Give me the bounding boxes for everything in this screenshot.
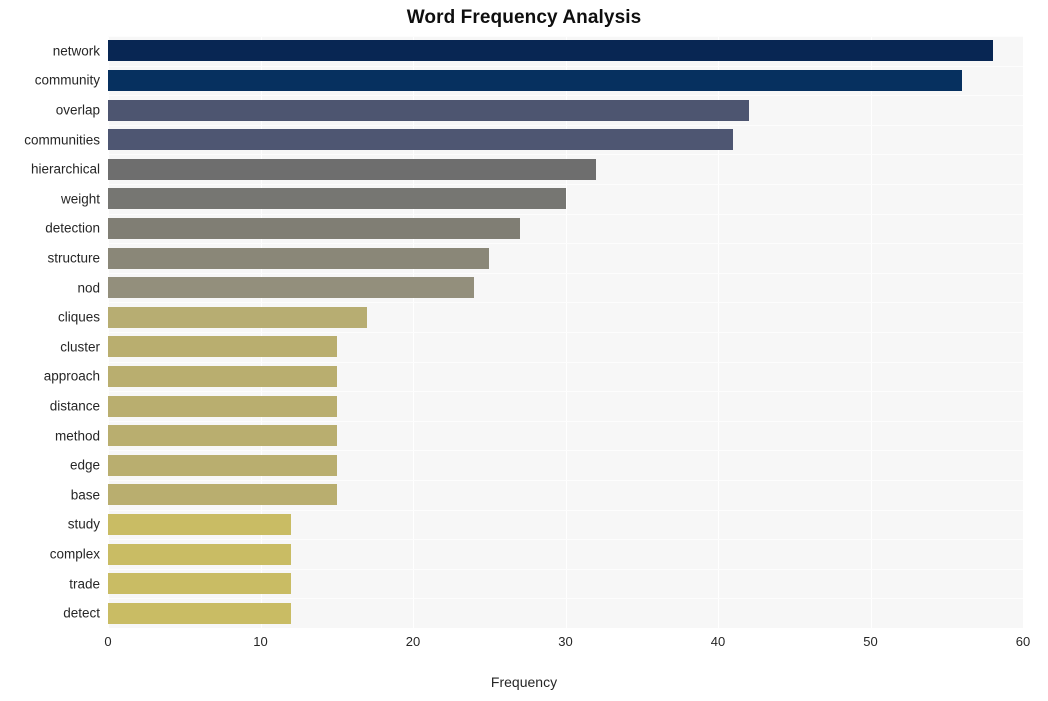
y-axis-tick-label: method xyxy=(54,428,100,444)
y-axis: network community overlap communities hierar… xyxy=(0,36,100,628)
y-gridline xyxy=(108,510,1023,511)
bar[interactable] xyxy=(108,306,368,328)
y-axis-tick-label: base xyxy=(70,487,100,503)
y-gridline xyxy=(108,95,1023,96)
bar[interactable] xyxy=(108,129,734,151)
y-axis-tick-label: edge xyxy=(69,457,100,473)
plot-area xyxy=(108,36,1023,628)
bar[interactable] xyxy=(108,158,596,180)
x-axis-tick-label: 30 xyxy=(558,634,573,649)
y-axis-tick-label: structure xyxy=(47,250,100,266)
y-axis-tick-label: detection xyxy=(45,220,100,236)
bar[interactable] xyxy=(108,277,474,299)
y-axis-tick-label: cluster xyxy=(60,339,100,355)
y-axis-tick-label: distance xyxy=(49,398,100,414)
y-axis-tick-label: cliques xyxy=(57,309,100,325)
bar[interactable] xyxy=(108,602,291,624)
y-axis-tick-label: detect xyxy=(63,605,100,621)
y-gridline xyxy=(108,421,1023,422)
bar[interactable] xyxy=(108,513,291,535)
bar[interactable] xyxy=(108,99,749,121)
bar[interactable] xyxy=(108,573,291,595)
bar[interactable] xyxy=(108,365,337,387)
y-gridline xyxy=(108,569,1023,570)
bar[interactable] xyxy=(108,484,337,506)
y-gridline xyxy=(108,214,1023,215)
y-gridline xyxy=(108,273,1023,274)
y-axis-tick-label: community xyxy=(34,72,100,88)
y-axis-tick-label: approach xyxy=(43,368,100,384)
y-axis-tick-label: study xyxy=(67,516,100,532)
bar[interactable] xyxy=(108,188,566,210)
bar[interactable] xyxy=(108,454,337,476)
x-axis-tick-label: 0 xyxy=(104,634,112,649)
y-axis-tick-label: overlap xyxy=(55,102,100,118)
x-axis-tick-label: 60 xyxy=(1015,634,1031,649)
y-gridline xyxy=(108,125,1023,126)
y-gridline xyxy=(108,598,1023,599)
word-frequency-chart: Word Frequency Analysis network community… xyxy=(0,0,1048,701)
bar[interactable] xyxy=(108,40,993,62)
x-axis-tick-label: 40 xyxy=(710,634,726,649)
y-gridline xyxy=(108,66,1023,67)
y-gridline xyxy=(108,243,1023,244)
bar[interactable] xyxy=(108,543,291,565)
y-gridline xyxy=(108,302,1023,303)
bar[interactable] xyxy=(108,69,962,91)
y-axis-tick-label: trade xyxy=(69,576,100,592)
bar[interactable] xyxy=(108,425,337,447)
y-gridline xyxy=(108,539,1023,540)
x-axis-label: Frequency xyxy=(490,674,558,690)
bar[interactable] xyxy=(108,336,337,358)
y-gridline xyxy=(108,154,1023,155)
x-axis-tick-label: 10 xyxy=(253,634,268,649)
y-gridline xyxy=(108,332,1023,333)
y-axis-tick-label: communities xyxy=(24,132,100,148)
y-gridline xyxy=(108,362,1023,363)
y-axis-tick-label: nod xyxy=(77,280,100,296)
x-axis: 0 10 20 30 40 50 60 xyxy=(104,628,1030,658)
y-axis-tick-label: network xyxy=(52,43,100,59)
y-gridline xyxy=(108,480,1023,481)
x-axis-tick-label: 50 xyxy=(863,634,878,649)
y-gridline xyxy=(108,184,1023,185)
y-axis-tick-label: complex xyxy=(49,546,100,562)
y-gridline xyxy=(108,391,1023,392)
y-axis-tick-label: hierarchical xyxy=(30,161,100,177)
bar[interactable] xyxy=(108,217,520,239)
chart-title: Word Frequency Analysis xyxy=(406,7,642,28)
bar[interactable] xyxy=(108,395,337,417)
bar[interactable] xyxy=(108,247,490,269)
y-gridline xyxy=(108,450,1023,451)
x-axis-tick-label: 20 xyxy=(405,634,421,649)
y-gridline xyxy=(108,36,1023,37)
y-axis-tick-label: weight xyxy=(60,191,100,207)
